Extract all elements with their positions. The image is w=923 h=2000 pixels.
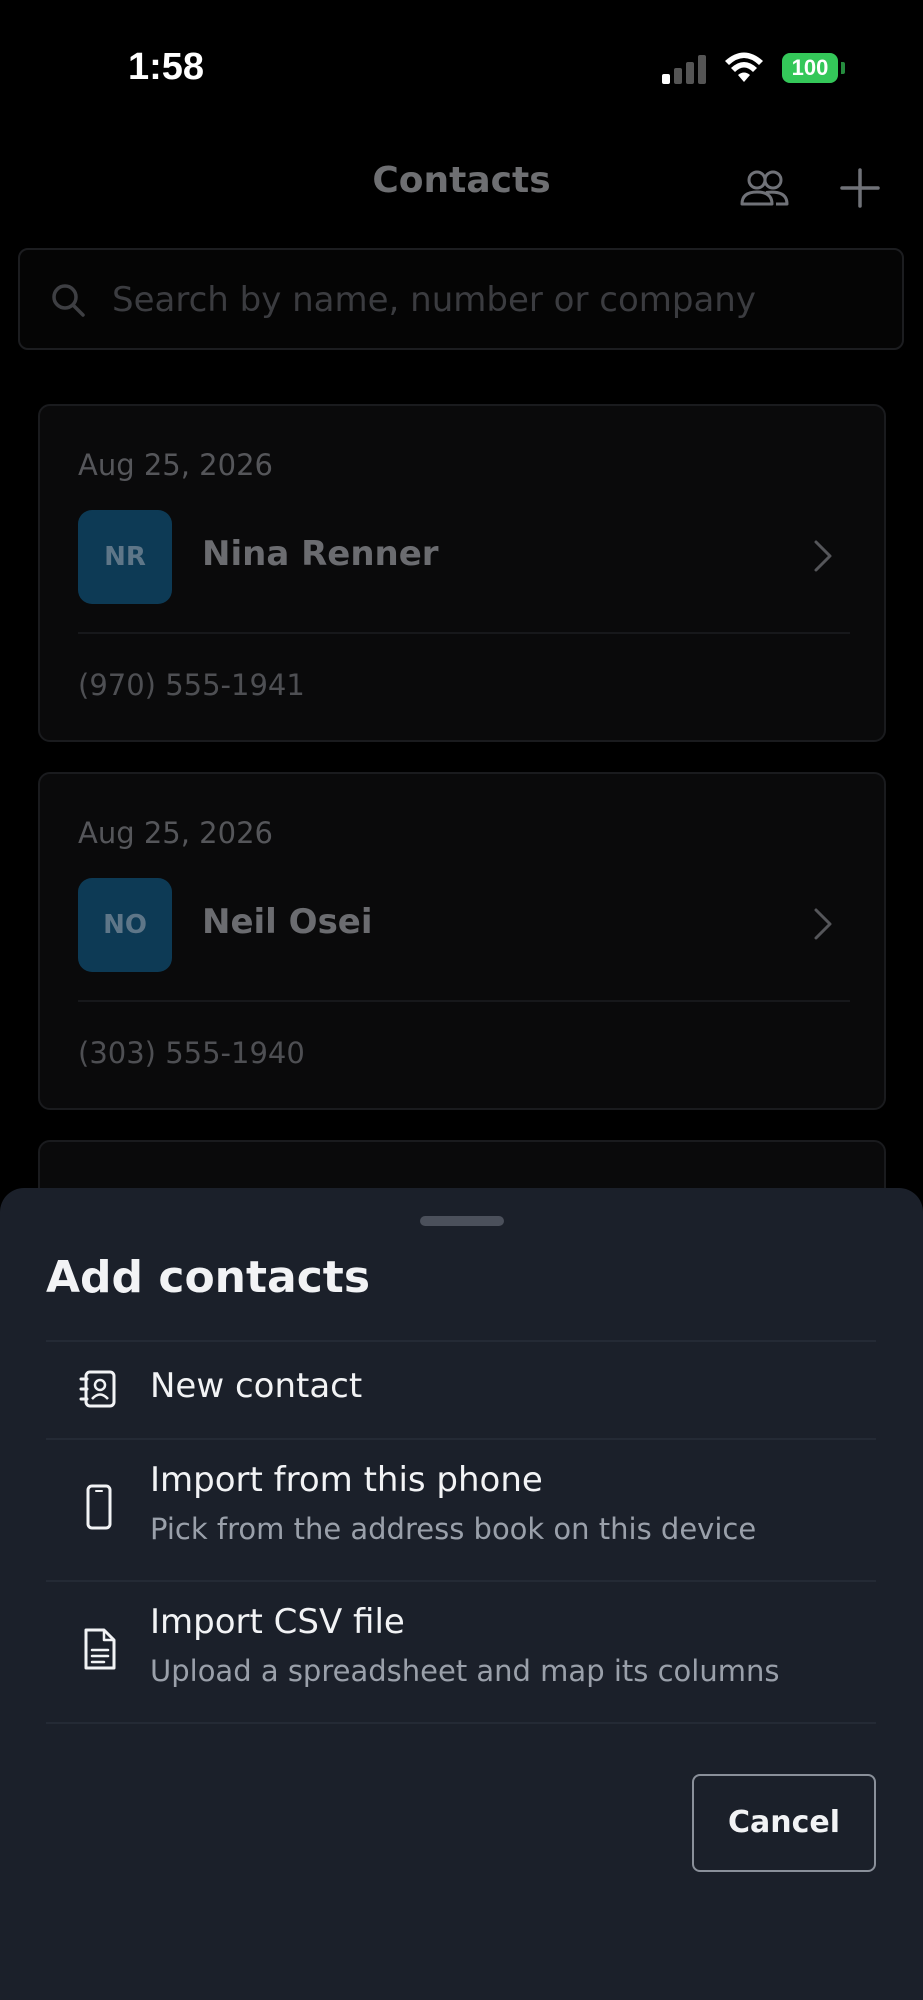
option-title: New contact [150, 1366, 363, 1406]
cancel-button[interactable]: Cancel [692, 1774, 876, 1872]
phone-icon [86, 1484, 112, 1530]
import-csv-option[interactable]: Import CSV file Upload a spreadsheet and… [0, 1582, 923, 1720]
chevron-right-icon [814, 540, 832, 572]
contact-name: Nina Renner [202, 534, 439, 574]
people-icon[interactable] [736, 160, 792, 216]
option-subtitle: Pick from the address book on this devic… [150, 1512, 757, 1546]
document-icon [84, 1628, 116, 1670]
option-subtitle: Upload a spreadsheet and map its columns [150, 1654, 780, 1688]
battery-tip [841, 62, 845, 74]
avatar: NR [78, 510, 172, 604]
contact-card[interactable]: Aug 25, 2026 NR Nina Renner (970) 555-19… [38, 404, 886, 742]
import-phone-option[interactable]: Import from this phone Pick from the add… [0, 1440, 923, 1578]
divider [46, 1722, 876, 1724]
search-input[interactable] [112, 270, 882, 330]
chevron-right-icon [814, 908, 832, 940]
divider [78, 632, 850, 634]
divider [78, 1000, 850, 1002]
status-bar: 1:58 100 [0, 0, 923, 130]
sheet-grabber[interactable] [420, 1216, 504, 1226]
option-title: Import CSV file [150, 1602, 405, 1642]
add-contacts-sheet: Add contacts New contact Import from thi… [0, 1188, 923, 2000]
plus-icon[interactable] [832, 160, 888, 216]
contact-date: Aug 25, 2026 [78, 448, 273, 482]
status-time: 1:58 [128, 46, 205, 88]
contact-phone: (970) 555-1941 [78, 668, 305, 702]
search-bar[interactable] [18, 248, 904, 350]
contact-name: Neil Osei [202, 902, 373, 942]
option-title: Import from this phone [150, 1460, 543, 1500]
contact-date: Aug 25, 2026 [78, 816, 273, 850]
new-contact-option[interactable]: New contact [0, 1342, 923, 1438]
contacts-screen: 1:58 100 Contacts Search by name, number… [0, 0, 923, 2000]
wifi-icon [725, 52, 763, 82]
avatar: NO [78, 878, 172, 972]
nav-header: Contacts [0, 130, 923, 230]
contact-phone: (303) 555-1940 [78, 1036, 305, 1070]
search-icon [52, 284, 85, 317]
contact-card-icon [79, 1370, 116, 1408]
battery-indicator: 100 [782, 53, 838, 83]
signal-icon [662, 52, 708, 84]
sheet-title: Add contacts [46, 1252, 371, 1303]
contact-card[interactable]: Aug 25, 2026 NO Neil Osei (303) 555-1940 [38, 772, 886, 1110]
